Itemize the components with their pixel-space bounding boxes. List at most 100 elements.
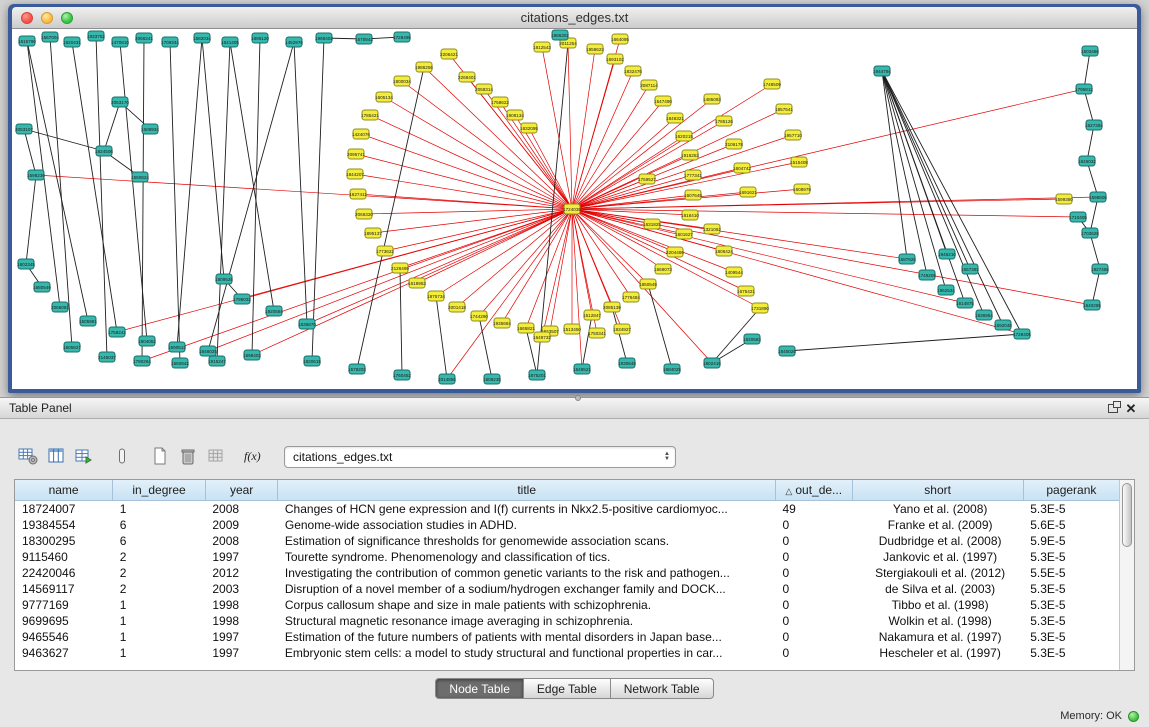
graph-node[interactable]: 2145037: [98, 352, 116, 362]
graph-node[interactable]: 1608934: [141, 124, 159, 134]
graph-node[interactable]: 1632095: [520, 123, 538, 133]
table-row[interactable]: 946554611997Estimation of the future num…: [15, 629, 1119, 645]
zoom-window-icon[interactable]: [61, 12, 73, 24]
graph-node[interactable]: 1895120: [251, 33, 269, 43]
graph-node[interactable]: 1592048: [994, 320, 1012, 330]
graph-node[interactable]: 1933752: [87, 31, 105, 41]
graph-node[interactable]: 1816410: [681, 210, 699, 220]
table-row[interactable]: 946362711997Embryonic stem cells: a mode…: [15, 645, 1119, 661]
graph-node[interactable]: 1698403: [243, 350, 261, 360]
graph-node[interactable]: 1846025: [199, 346, 217, 356]
network-canvas[interactable]: 1724035220642119862561800034160513417854…: [12, 29, 1137, 389]
graph-node[interactable]: 1758243: [108, 327, 126, 337]
graph-node[interactable]: 1927486: [1091, 264, 1109, 274]
graph-node[interactable]: 1649732: [533, 332, 551, 342]
graph-node[interactable]: 1590513: [168, 342, 186, 352]
graph-node[interactable]: 1773622: [376, 246, 394, 256]
table-source-dropdown[interactable]: citations_edges.txt ▲▼: [284, 446, 676, 468]
graph-node[interactable]: 1935684: [493, 318, 511, 328]
graph-node[interactable]: 1598236: [27, 170, 45, 180]
graph-node[interactable]: 1875201: [528, 370, 546, 380]
graph-node[interactable]: 1515408: [790, 157, 808, 167]
graph-node[interactable]: 1684025: [663, 364, 681, 374]
graph-node[interactable]: 1731890: [751, 303, 769, 313]
graph-node[interactable]: 1640285: [1083, 300, 1101, 310]
graph-node[interactable]: 1635870: [298, 319, 316, 329]
graph-node[interactable]: 1582034: [193, 33, 211, 43]
graph-node[interactable]: 2206421: [440, 49, 458, 59]
graph-node[interactable]: 1759527: [638, 174, 656, 184]
graph-node[interactable]: 2095741: [347, 149, 365, 159]
graph-node[interactable]: 1820615: [303, 356, 321, 366]
graph-node[interactable]: 1607648: [684, 190, 702, 200]
graph-node[interactable]: 1724035: [563, 204, 581, 214]
graph-node[interactable]: 1680549: [33, 282, 51, 292]
column-header-short[interactable]: short: [852, 480, 1023, 500]
vertical-scrollbar[interactable]: [1119, 480, 1134, 670]
import-table-button[interactable]: [70, 444, 98, 470]
graph-node[interactable]: 1641405: [221, 37, 239, 47]
column-header-name[interactable]: name: [15, 480, 113, 500]
graph-node[interactable]: 1548521: [573, 364, 591, 374]
graph-node[interactable]: 1857541: [775, 104, 793, 114]
graph-node[interactable]: 1728495: [393, 32, 411, 42]
delete-button[interactable]: [174, 444, 202, 470]
graph-node[interactable]: 1631825: [643, 219, 661, 229]
graph-node[interactable]: 1627394: [1085, 120, 1103, 130]
graph-node[interactable]: 1836954: [975, 310, 993, 320]
graph-node[interactable]: 1709344: [161, 37, 179, 47]
close-window-icon[interactable]: [21, 12, 33, 24]
graph-node[interactable]: 1986302: [551, 30, 569, 40]
graph-node[interactable]: 1452976: [285, 37, 303, 47]
table-row[interactable]: 977716911998Corpus callosum shape and si…: [15, 597, 1119, 613]
table-row[interactable]: 1872400712008Changes of HCN gene express…: [15, 500, 1119, 517]
table-muted-button[interactable]: [202, 444, 230, 470]
graph-node[interactable]: 1703628: [1081, 228, 1099, 238]
column-header-pagerank[interactable]: pagerank: [1023, 480, 1119, 500]
graph-node[interactable]: 1820431: [63, 37, 81, 47]
graph-node[interactable]: 1986256: [415, 62, 433, 72]
panel-resize-handle[interactable]: [575, 395, 581, 401]
graph-node[interactable]: 1748509: [763, 79, 781, 89]
graph-node[interactable]: 1915247: [208, 356, 226, 366]
graph-node[interactable]: 1962534: [937, 285, 955, 295]
graph-node[interactable]: 1657392: [961, 264, 979, 274]
graph-node[interactable]: 1604742: [733, 163, 751, 173]
graph-node[interactable]: 1795812: [1075, 84, 1093, 94]
graph-node[interactable]: 1946210: [938, 249, 956, 259]
column-header-title[interactable]: title: [278, 480, 776, 500]
graph-node[interactable]: 1587926: [898, 254, 916, 264]
graph-node[interactable]: 1812543: [533, 42, 551, 52]
table-row[interactable]: 1456911722003Disruption of a novel membe…: [15, 581, 1119, 597]
function-button[interactable]: f(x): [240, 444, 268, 470]
graph-node[interactable]: 2066241: [135, 33, 153, 43]
graph-node[interactable]: 1744290: [470, 311, 488, 321]
graph-node[interactable]: 2066081: [51, 302, 69, 312]
graph-node[interactable]: 1512847: [583, 310, 601, 320]
graph-node[interactable]: 1620215: [675, 131, 693, 141]
graph-node[interactable]: 1605827: [63, 342, 81, 352]
column-header-year[interactable]: year: [205, 480, 278, 500]
table-row[interactable]: 969969511998Structural magnetic resonanc…: [15, 613, 1119, 629]
graph-node[interactable]: 1824506: [95, 146, 113, 156]
graph-node[interactable]: 1834927: [613, 324, 631, 334]
graph-node[interactable]: 1470810: [111, 37, 129, 47]
new-document-button[interactable]: [146, 444, 174, 470]
graph-node[interactable]: 1930648: [618, 358, 636, 368]
graph-node[interactable]: 1845026: [778, 346, 796, 356]
graph-node[interactable]: 2014856: [438, 374, 456, 384]
graph-node[interactable]: 2058314: [475, 84, 493, 94]
graph-node[interactable]: 1567004: [41, 32, 59, 42]
graph-node[interactable]: 1615790: [18, 36, 36, 46]
graph-node[interactable]: 1904052: [138, 336, 156, 346]
graph-node[interactable]: 2268401: [458, 72, 476, 82]
graph-node[interactable]: 1795032: [233, 294, 251, 304]
graph-node[interactable]: 1505981: [79, 316, 97, 326]
graph-node[interactable]: 1750341: [588, 328, 606, 338]
table-row[interactable]: 911546021997Tourette syndrome. Phenomeno…: [15, 549, 1119, 565]
graph-node[interactable]: 1800034: [393, 76, 411, 86]
graph-node[interactable]: 1958623: [586, 44, 604, 54]
graph-node[interactable]: 2087114: [640, 80, 658, 90]
graph-node[interactable]: 2066320: [355, 209, 373, 219]
graph-node[interactable]: 1809526: [215, 274, 233, 284]
